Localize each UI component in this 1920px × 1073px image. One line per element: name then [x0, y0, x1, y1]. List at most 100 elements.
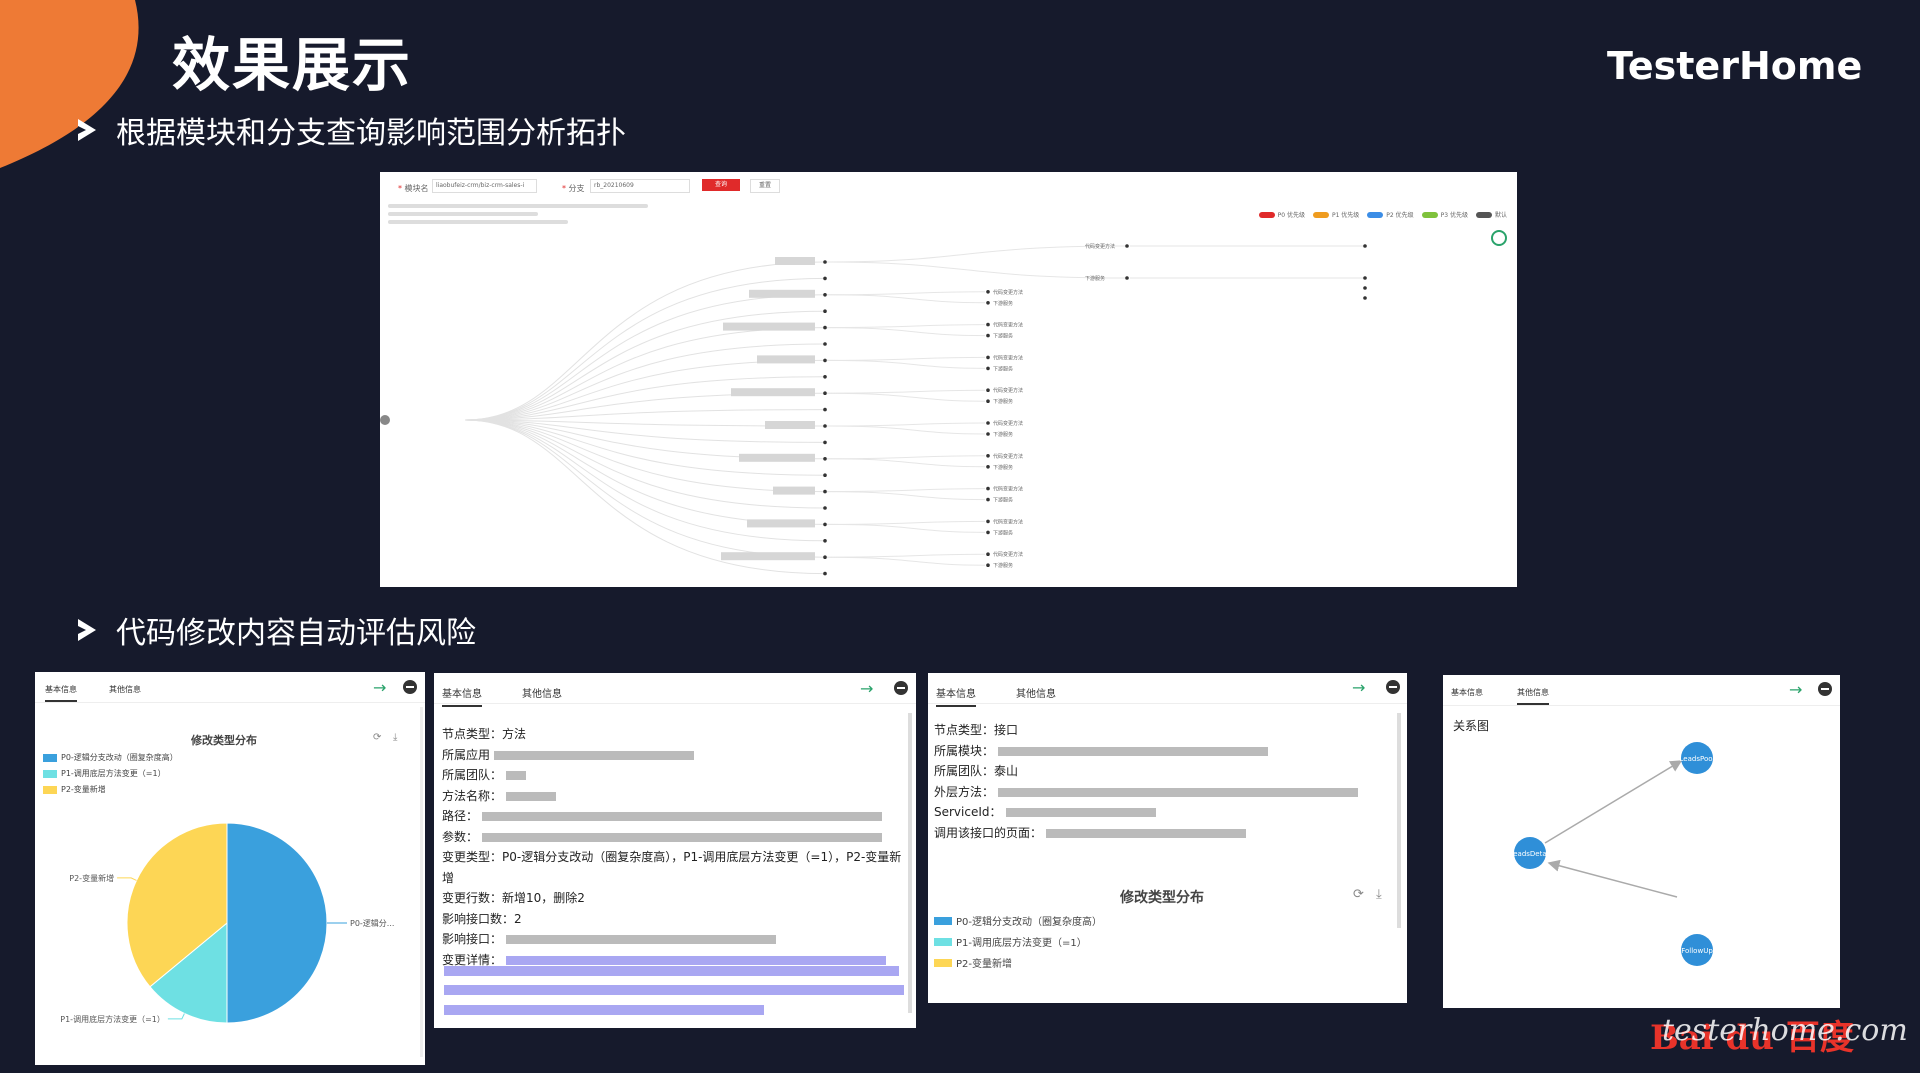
risk-pie-panel: 基本信息 其他信息 → 修改类型分布 ⟳ ⤓ P0-逻辑分支改动（圈复杂度高） P…	[35, 672, 425, 1065]
field-label: 影响接口数：	[442, 911, 515, 926]
tree-edge	[826, 556, 986, 566]
tree-node[interactable]	[1125, 244, 1129, 248]
tab-other-info[interactable]: 其他信息	[522, 685, 562, 700]
tree-node[interactable]	[986, 454, 990, 458]
tree-node[interactable]	[986, 355, 990, 360]
leaf-label: 代码变更方法	[993, 486, 1023, 493]
tree-node[interactable]	[1125, 276, 1129, 280]
slice-label: P0-逻辑分...	[350, 918, 394, 928]
blurred-node-label	[739, 453, 815, 462]
field-value: 接口	[994, 723, 1019, 737]
tree-edge	[826, 491, 986, 501]
tree-node[interactable]	[823, 473, 827, 478]
tab-basic-info[interactable]: 基本信息	[936, 685, 976, 707]
redacted-value	[998, 787, 1359, 797]
bullet-arrow-icon	[78, 119, 96, 141]
tree-node[interactable]	[986, 432, 990, 436]
tree-node[interactable]	[823, 489, 827, 494]
tree-node[interactable]	[823, 522, 827, 527]
tree-node[interactable]	[986, 465, 990, 469]
arrow-right-icon[interactable]: →	[1352, 678, 1365, 697]
tree-node[interactable]	[823, 342, 827, 346]
tree-node[interactable]	[823, 309, 827, 313]
tree-node[interactable]	[1363, 276, 1367, 280]
graph-edge	[1544, 760, 1683, 844]
field-label: 所属模块：	[934, 743, 995, 758]
leaf-label: 代码变更方法	[993, 387, 1023, 394]
blurred-node-label	[765, 421, 815, 429]
tree-node[interactable]	[986, 322, 990, 327]
download-icon[interactable]: ⤓	[1376, 887, 1382, 902]
leaf-label: 下游服务	[1085, 275, 1105, 282]
tree-node[interactable]	[986, 497, 990, 502]
legend-label: P2-变量新增	[956, 959, 1013, 970]
scrollbar[interactable]	[420, 707, 423, 1057]
tree-node[interactable]	[823, 555, 827, 559]
tree-node[interactable]	[986, 301, 990, 305]
tree-node[interactable]	[986, 486, 990, 491]
info-field: 所属应用	[442, 746, 695, 763]
refresh-icon[interactable]: ⟳	[1353, 887, 1364, 902]
tree-node[interactable]	[1363, 296, 1367, 300]
blurred-node-label	[721, 552, 815, 561]
blurred-node-label	[773, 486, 815, 495]
leaf-label: 下游服务	[993, 431, 1013, 438]
tree-node[interactable]	[823, 571, 827, 576]
tree-node[interactable]	[823, 407, 827, 412]
legend-item[interactable]: P1-调用底层方法变更（=1）	[934, 934, 1087, 949]
tree-node[interactable]	[823, 506, 827, 510]
blurred-node-label	[723, 322, 815, 331]
redacted-value	[482, 812, 883, 821]
tree-node[interactable]	[823, 457, 827, 461]
tree-node[interactable]	[986, 333, 990, 338]
field-label: 参数：	[442, 829, 479, 844]
tree-node[interactable]	[986, 388, 990, 392]
tree-node[interactable]	[986, 519, 990, 524]
relation-graph-panel: 基本信息 其他信息 → 关系图 LeadsPool LeadsDetail Fo…	[1443, 675, 1840, 1008]
leaf-label: 下游服务	[993, 333, 1013, 340]
tab-basic-info[interactable]: 基本信息	[442, 685, 482, 707]
tree-node[interactable]	[823, 260, 827, 264]
tree-node[interactable]	[823, 358, 827, 363]
tree-edge	[826, 455, 986, 460]
tree-node[interactable]	[986, 552, 990, 556]
tree-edge	[826, 523, 986, 533]
pie-chart: P0-逻辑分... P1-调用底层方法变更（=1） P2-变量新增	[60, 822, 394, 1024]
scrollbar[interactable]	[1397, 713, 1401, 928]
leaf-label: 下游服务	[993, 300, 1013, 307]
tree-node[interactable]	[823, 391, 827, 395]
topology-tree: 代码变更方法下游服务代码变更方法下游服务代码变更方法下游服务代码变更方法下游服务…	[380, 243, 1367, 576]
field-label: 所属团队：	[934, 764, 995, 778]
tree-node[interactable]	[823, 440, 827, 445]
tree-edge	[826, 392, 986, 402]
scrollbar[interactable]	[908, 713, 912, 1013]
field-label: 方法名称：	[442, 788, 503, 803]
info-field: 方法名称：	[442, 787, 557, 804]
legend-item[interactable]: P0-逻辑分支改动（圈复杂度高）	[934, 913, 1102, 928]
close-icon[interactable]	[1386, 680, 1400, 694]
tree-node[interactable]	[1363, 286, 1367, 290]
arrow-right-icon[interactable]: →	[860, 679, 873, 698]
section-bullet-2: 代码修改内容自动评估风险	[78, 608, 476, 652]
tree-node[interactable]	[986, 290, 990, 294]
tree-node[interactable]	[823, 424, 827, 428]
tree-node[interactable]	[986, 399, 990, 403]
tree-node[interactable]	[823, 325, 827, 330]
tree-node[interactable]	[986, 366, 990, 371]
tree-node[interactable]	[823, 276, 827, 281]
tree-node[interactable]	[986, 530, 990, 535]
tree-node[interactable]	[986, 563, 990, 567]
tree-node[interactable]	[823, 375, 827, 379]
info-field: 外层方法：	[934, 783, 1359, 800]
tree-node[interactable]	[1363, 244, 1367, 248]
section-2-text: 代码修改内容自动评估风险	[116, 616, 476, 651]
tree-node[interactable]	[823, 539, 827, 543]
collapse-handle[interactable]	[380, 415, 390, 425]
legend-item[interactable]: P2-变量新增	[934, 955, 1012, 970]
tree-node[interactable]	[986, 421, 990, 425]
pie-slice[interactable]	[226, 822, 328, 1024]
tab-other-info[interactable]: 其他信息	[1016, 685, 1056, 700]
tree-node[interactable]	[823, 293, 827, 297]
eye-icon[interactable]	[1491, 230, 1507, 246]
close-icon[interactable]	[894, 681, 908, 695]
